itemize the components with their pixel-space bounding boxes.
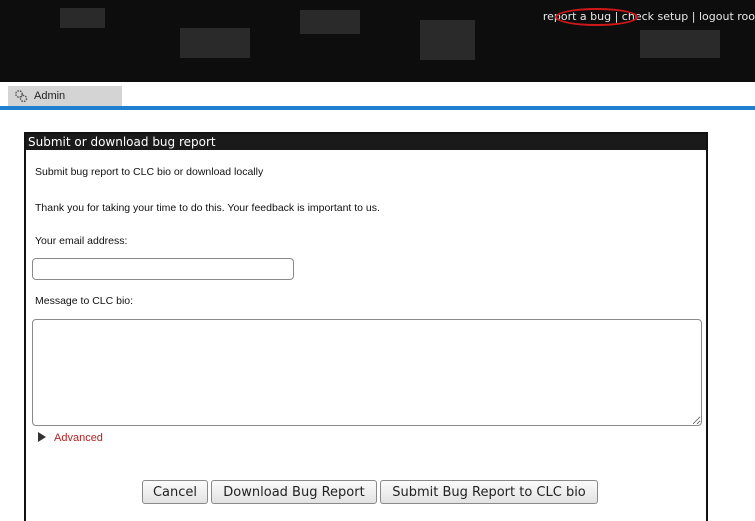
- intro-text: Submit bug report to CLC bio or download…: [35, 166, 264, 178]
- expand-triangle-icon: [38, 432, 46, 442]
- cancel-button[interactable]: Cancel: [142, 480, 208, 504]
- banner-decor: [640, 30, 720, 58]
- panel-title: Submit or download bug report: [26, 134, 706, 150]
- admin-gear-icon: [15, 90, 28, 103]
- tab-admin-label: Admin: [34, 90, 66, 102]
- email-field[interactable]: [32, 258, 294, 280]
- advanced-toggle[interactable]: Advanced: [38, 432, 103, 444]
- logout-link[interactable]: logout roo: [699, 10, 755, 23]
- red-annotation-circle: [555, 8, 638, 26]
- message-textarea[interactable]: [32, 319, 702, 426]
- message-label: Message to CLC bio:: [35, 295, 134, 307]
- thanks-text: Thank you for taking your time to do thi…: [35, 202, 380, 214]
- advanced-label: Advanced: [54, 432, 103, 444]
- top-banner: report a bug | check setup | logout roo: [0, 0, 755, 82]
- bug-report-panel: Submit or download bug report Submit bug…: [24, 132, 708, 521]
- link-separator: |: [688, 10, 699, 23]
- email-label: Your email address:: [35, 235, 128, 247]
- tab-admin[interactable]: Admin: [8, 86, 122, 106]
- banner-decor: [420, 20, 475, 60]
- banner-decor: [60, 8, 105, 28]
- tab-strip: Admin: [0, 86, 755, 108]
- banner-decor: [300, 10, 360, 34]
- submit-bug-report-button[interactable]: Submit Bug Report to CLC bio: [380, 480, 598, 504]
- accent-line: [0, 106, 755, 110]
- download-bug-report-button[interactable]: Download Bug Report: [211, 480, 377, 504]
- banner-decor: [180, 28, 250, 58]
